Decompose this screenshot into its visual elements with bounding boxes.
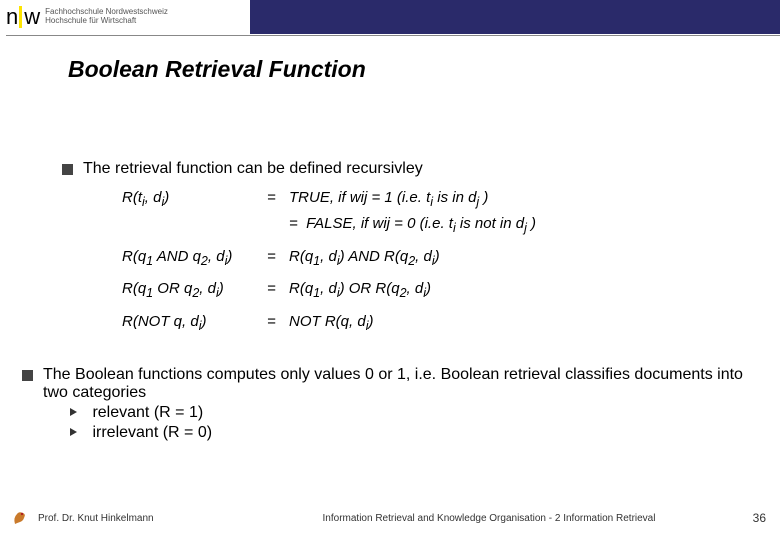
bullet-conclusion: The Boolean functions computes only valu…	[22, 366, 750, 402]
def4-rhs: NOT R(q, di)	[289, 310, 750, 336]
footer-course: Information Retrieval and Knowledge Orga…	[238, 513, 740, 524]
def-row-2: R(q1 AND q2, di) = R(q1, di) AND R(q2, d…	[122, 245, 750, 271]
sub-relevant-text: relevant (R = 1)	[92, 404, 203, 421]
slide-header: n w Fachhochschule Nordwestschweiz Hochs…	[0, 0, 780, 40]
sub-irrelevant-text: irrelevant (R = 0)	[92, 424, 212, 441]
footer-author: Prof. Dr. Knut Hinkelmann	[38, 513, 238, 524]
logo-subtitle: Fachhochschule Nordwestschweiz Hochschul…	[45, 8, 168, 26]
def4-lhs: R(NOT q, di)	[122, 310, 267, 336]
def1-rhs: TRUE, if wij = 1 (i.e. ti is in dj )= FA…	[289, 186, 750, 239]
sub-bullet-relevant: relevant (R = 1)	[70, 404, 750, 422]
footer-page-number: 36	[740, 511, 780, 525]
logo-line2: Hochschule für Wirtschaft	[45, 17, 168, 26]
bullet-square-icon	[22, 370, 33, 381]
rooster-icon	[10, 508, 30, 528]
arrow-icon	[70, 427, 80, 437]
def3-lhs: R(q1 OR q2, di)	[122, 277, 267, 303]
definition-block: R(ti, di) = TRUE, if wij = 1 (i.e. ti is…	[122, 186, 750, 336]
header-blue-block	[250, 0, 780, 34]
logo-letter-n: n	[6, 4, 17, 30]
slide-content: The retrieval function can be defined re…	[62, 160, 750, 442]
slide-footer: Prof. Dr. Knut Hinkelmann Information Re…	[0, 508, 780, 528]
logo-letter-w: w	[24, 4, 39, 30]
bullet-conclusion-block: The Boolean functions computes only valu…	[22, 366, 750, 442]
arrow-icon	[70, 407, 80, 417]
header-divider	[6, 35, 780, 36]
def-row-3: R(q1 OR q2, di) = R(q1, di) OR R(q2, di)	[122, 277, 750, 303]
bullet-conclusion-text: The Boolean functions computes only valu…	[43, 366, 750, 402]
sub-bullet-irrelevant: irrelevant (R = 0)	[70, 424, 750, 442]
eq-sign: =	[267, 277, 289, 303]
eq-sign: =	[267, 310, 289, 336]
def1-lhs: R(ti, di)	[122, 186, 267, 239]
def-row-1: R(ti, di) = TRUE, if wij = 1 (i.e. ti is…	[122, 186, 750, 239]
def2-lhs: R(q1 AND q2, di)	[122, 245, 267, 271]
eq-sign: =	[267, 245, 289, 271]
bullet-intro-text: The retrieval function can be defined re…	[83, 160, 423, 178]
bullet-square-icon	[62, 164, 73, 175]
institution-logo: n w Fachhochschule Nordwestschweiz Hochs…	[6, 4, 168, 30]
eq-sign: =	[267, 186, 289, 239]
def-row-4: R(NOT q, di) = NOT R(q, di)	[122, 310, 750, 336]
def2-rhs: R(q1, di) AND R(q2, di)	[289, 245, 750, 271]
bullet-intro: The retrieval function can be defined re…	[62, 160, 750, 178]
slide-title: Boolean Retrieval Function	[68, 56, 366, 83]
logo-yellow-bar	[19, 6, 22, 28]
def3-rhs: R(q1, di) OR R(q2, di)	[289, 277, 750, 303]
